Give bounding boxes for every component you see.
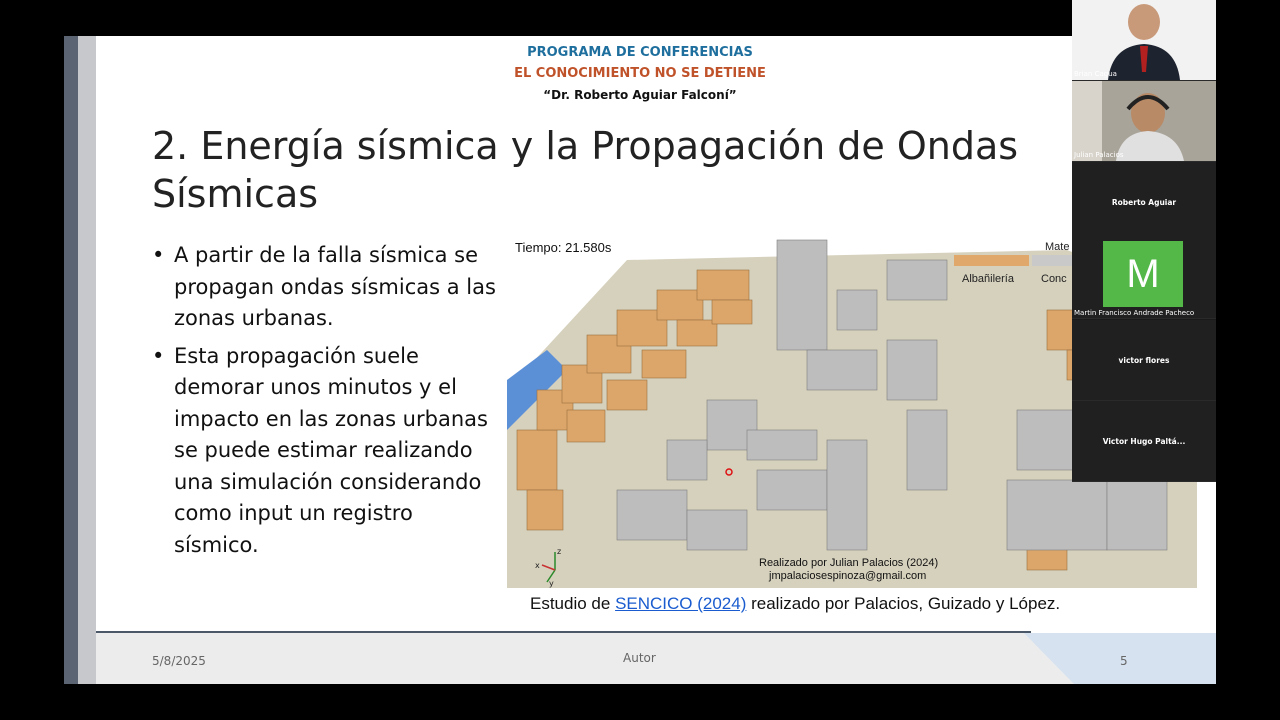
legend-item-concrete: Conc [1041,273,1067,285]
axis-y-label: y [549,579,554,588]
bullet-list: A partir de la falla sísmica se propagan… [152,240,502,567]
footer-divider [96,631,1031,633]
legend-item-masonry: Albañilería [962,273,1015,285]
footer-author: Autor [623,651,656,665]
participant-name: victor flores [1118,356,1170,365]
legend-title: Mate [1045,241,1069,253]
participant-name: Brian Cagua [1074,70,1117,78]
participant-name: Roberto Aguiar [1111,198,1177,207]
footer-date: 5/8/2025 [152,654,206,668]
axis-x-label: x [535,561,540,570]
caption-prefix: Estudio de [530,594,616,613]
slide-side-bar-dark [64,36,78,684]
participants-panel: Brian Cagua Julian Palacios Roberto Agui… [1072,0,1216,482]
participant-tile-avatar[interactable]: M Martin Francisco Andrade Pacheco [1072,238,1216,319]
participant-tile-name[interactable]: Victor Hugo Paltá... [1072,401,1216,482]
avatar: M [1103,241,1183,307]
participant-tile-video[interactable]: Brian Cagua [1072,0,1216,81]
header-program: PROGRAMA DE CONFERENCIAS [527,45,753,60]
sim-time-label: Tiempo: 21.580s [515,240,612,255]
axis-z-label: z [557,547,561,556]
slide-side-bar-light [78,36,96,684]
video-thumbnail [1072,0,1216,80]
participant-name: Victor Hugo Paltá... [1102,437,1186,446]
caption-suffix: realizado por Palacios, Guizado y López. [746,594,1061,613]
participant-tile-name[interactable]: Roberto Aguiar [1072,162,1216,243]
header-subtitle: EL CONOCIMIENTO NO SE DETIENE [514,66,766,81]
video-thumbnail [1072,81,1216,161]
bullet-item: A partir de la falla sísmica se propagan… [152,240,502,335]
participant-name: Martin Francisco Andrade Pacheco [1074,309,1195,317]
sim-credit-author: Realizado por Julian Palacios (2024) [759,557,938,569]
bullet-item: Esta propagación suele demorar unos minu… [152,341,502,562]
sencico-link[interactable]: SENCICO (2024) [615,594,746,613]
sim-credit-email: jmpalaciosespinoza@gmail.com [768,570,926,582]
header-honoree: “Dr. Roberto Aguiar Falconí” [543,88,737,102]
participant-tile-video[interactable]: Julian Palacios [1072,81,1216,162]
footer-page-number: 5 [1120,654,1128,668]
presentation-slide: PROGRAMA DE CONFERENCIAS EL CONOCIMIENTO… [64,36,1216,684]
participant-tile-name[interactable]: victor flores [1072,320,1216,401]
participant-name: Julian Palacios [1074,151,1124,159]
figure-caption: Estudio de SENCICO (2024) realizado por … [530,594,1216,614]
